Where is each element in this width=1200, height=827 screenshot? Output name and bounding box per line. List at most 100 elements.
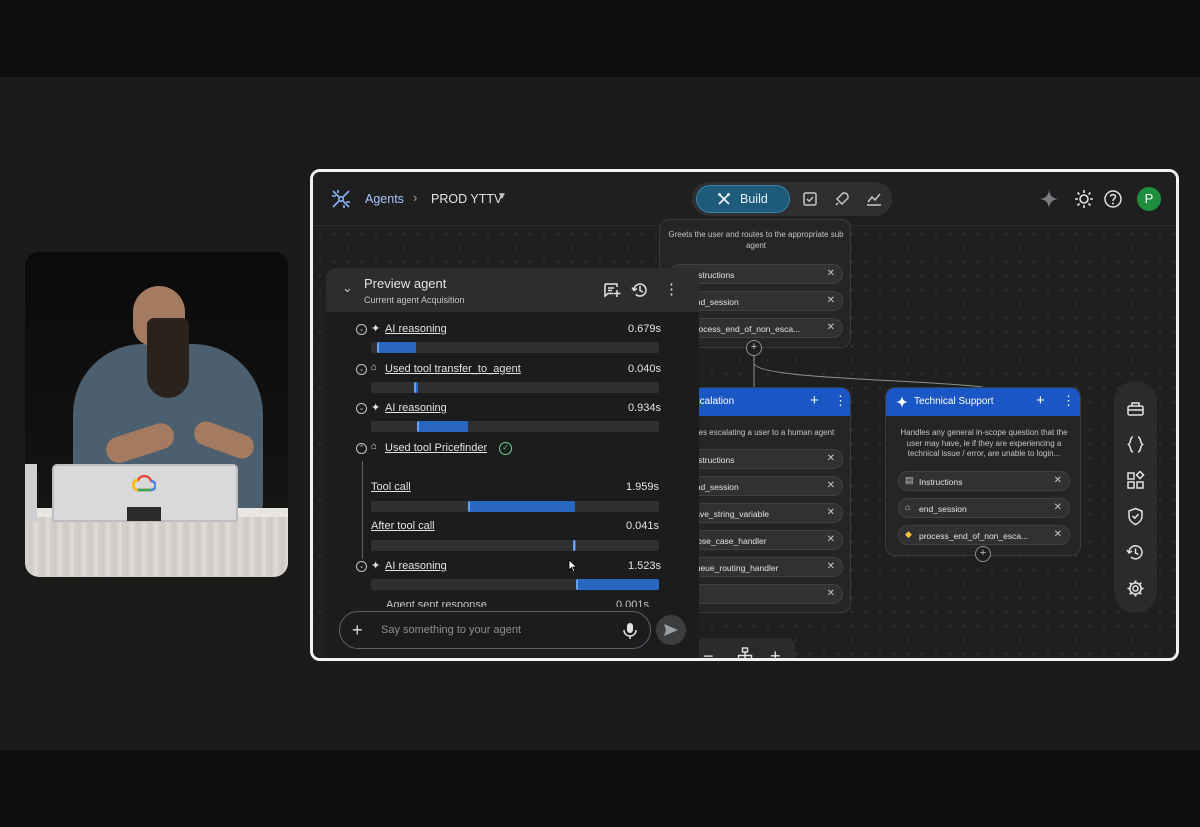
trace-timeline — [371, 382, 659, 393]
add-icon[interactable]: + — [1036, 392, 1045, 409]
close-icon[interactable]: ✕ — [827, 268, 835, 279]
preview-header: ⌄ Preview agent Current agent Acquisitio… — [326, 268, 699, 312]
presenter-video — [25, 252, 288, 577]
trace-row[interactable]: ⌄ ✦ AI reasoning 0.934s — [356, 401, 661, 419]
trace-timeline — [371, 501, 659, 512]
add-attachment-button[interactable]: + — [352, 620, 363, 641]
new-chat-icon[interactable] — [603, 281, 621, 299]
trace-subrow[interactable]: After tool call 0.041s — [371, 520, 659, 536]
trace-label[interactable]: Used tool Pricefinder — [385, 442, 487, 454]
collapse-icon[interactable]: ⌃ — [356, 443, 367, 454]
expand-icon[interactable]: ⌄ — [356, 324, 367, 335]
add-subagent-button[interactable]: + — [746, 340, 762, 356]
agent-builder-window: Agents › PROD YTTV ▼ Build P Greets the … — [310, 169, 1179, 661]
sun-icon[interactable] — [1074, 189, 1094, 209]
close-icon[interactable]: ✕ — [827, 534, 835, 545]
root-agent-description: Greets the user and routes to the approp… — [668, 230, 844, 250]
mode-switcher: Build — [692, 182, 892, 216]
sparkle-icon[interactable] — [1039, 189, 1059, 209]
build-mode-button[interactable]: Build — [696, 185, 790, 213]
shield-icon[interactable] — [1126, 507, 1145, 526]
close-icon[interactable]: ✕ — [1054, 475, 1062, 486]
video-letterbox-top — [0, 0, 1200, 77]
expand-icon[interactable]: ⌄ — [356, 364, 367, 375]
trace-label[interactable]: Used tool transfer_to_agent — [385, 363, 521, 375]
close-icon[interactable]: ✕ — [827, 295, 835, 306]
chevron-down-icon[interactable]: ▼ — [497, 191, 507, 202]
trace-row[interactable]: ⌄ ✦ AI reasoning 0.679s — [356, 322, 661, 340]
technical-support-node-header: Technical Support + ⋮ — [886, 388, 1080, 416]
history-icon[interactable] — [1126, 543, 1145, 562]
collapse-chevron-icon[interactable]: ⌄ — [342, 280, 353, 296]
close-icon[interactable]: ✕ — [1054, 529, 1062, 540]
trace-row[interactable]: ⌄ ✦ AI reasoning 1.523s — [356, 559, 661, 577]
toolbox-icon[interactable] — [1126, 399, 1145, 418]
add-subagent-button[interactable]: + — [975, 546, 991, 562]
chip-instructions[interactable]: ▤Instructions✕ — [898, 471, 1070, 491]
close-icon[interactable]: ✕ — [827, 480, 835, 491]
extensions-icon[interactable] — [1126, 471, 1145, 490]
more-icon[interactable]: ⋮ — [664, 280, 679, 298]
settings-icon[interactable] — [1126, 579, 1145, 598]
chat-input[interactable]: + Say something to your agent — [339, 611, 651, 649]
history-icon[interactable] — [631, 281, 649, 299]
trace-label[interactable]: AI reasoning — [385, 402, 447, 414]
subrow-duration: 0.041s — [625, 520, 659, 532]
preview-title: Preview agent — [364, 276, 447, 291]
avatar[interactable]: P — [1137, 187, 1161, 211]
trace-subrow[interactable]: Tool call 1.959s — [371, 481, 659, 497]
trace-duration-partial: 0.001s — [616, 599, 650, 607]
sparkle-icon — [896, 396, 908, 408]
technical-support-description: Handles any general in-scope question th… — [900, 428, 1068, 458]
zoom-in-button[interactable]: + — [770, 646, 781, 658]
zoom-out-button[interactable]: − — [703, 646, 714, 658]
breadcrumb-separator: › — [413, 190, 418, 205]
trace-label[interactable]: AI reasoning — [385, 323, 447, 335]
close-icon[interactable]: ✕ — [827, 322, 835, 333]
video-letterbox-bottom — [0, 750, 1200, 827]
trace-timeline — [371, 421, 659, 432]
expand-icon[interactable]: ⌄ — [356, 403, 367, 414]
variables-icon[interactable] — [1126, 435, 1145, 454]
help-icon[interactable] — [1103, 189, 1123, 209]
subrow-duration: 1.959s — [625, 481, 659, 493]
project-selector[interactable]: PROD YTTV — [431, 192, 502, 206]
chip-end-session[interactable]: ⌂end_session✕ — [898, 498, 1070, 518]
trace-duration: 0.040s — [627, 363, 661, 375]
rocket-icon[interactable] — [833, 190, 851, 208]
cloud-logo-icon — [132, 474, 156, 492]
trace-label[interactable]: AI reasoning — [385, 560, 447, 572]
right-toolbar — [1114, 381, 1157, 613]
top-bar: Agents › PROD YTTV ▼ Build P — [313, 172, 1176, 226]
expand-icon[interactable]: ⌄ — [356, 561, 367, 572]
trace-row[interactable]: ⌄ ⌂ Used tool transfer_to_agent 0.040s — [356, 362, 661, 380]
trace-row-partial: Agent sent response — [386, 599, 487, 607]
close-icon[interactable]: ✕ — [827, 588, 835, 599]
zoom-controls: − + — [697, 638, 795, 661]
sparkle-icon: ✦ — [371, 560, 381, 572]
trace-timeline — [371, 540, 659, 551]
technical-support-agent-node[interactable]: Technical Support + ⋮ Handles any genera… — [885, 387, 1081, 556]
layout-tree-icon[interactable] — [735, 647, 755, 661]
close-icon[interactable]: ✕ — [1054, 502, 1062, 513]
more-icon[interactable]: ⋮ — [834, 393, 847, 409]
check-task-icon[interactable] — [801, 190, 819, 208]
python-icon: ◆ — [905, 529, 912, 539]
mic-icon[interactable] — [622, 622, 638, 640]
agent-logo-icon[interactable] — [330, 188, 352, 210]
chip-process-end[interactable]: ◆process_end_of_non_esca...✕ — [898, 525, 1070, 545]
close-icon[interactable]: ✕ — [827, 507, 835, 518]
subrow-label[interactable]: After tool call — [371, 520, 435, 532]
breadcrumb-agents[interactable]: Agents — [365, 192, 404, 206]
more-icon[interactable]: ⋮ — [1062, 393, 1075, 409]
close-icon[interactable]: ✕ — [827, 561, 835, 572]
close-icon[interactable]: ✕ — [827, 453, 835, 464]
mouse-cursor-icon — [568, 559, 578, 573]
chart-icon[interactable] — [865, 190, 883, 208]
send-button[interactable] — [656, 615, 686, 645]
subrow-label[interactable]: Tool call — [371, 481, 411, 493]
add-icon[interactable]: + — [810, 392, 819, 409]
trace-timeline — [371, 579, 659, 590]
trace-row[interactable]: ⌃ ⌂ Used tool Pricefinder ✓ — [356, 441, 661, 459]
presenter-beard — [147, 318, 189, 398]
